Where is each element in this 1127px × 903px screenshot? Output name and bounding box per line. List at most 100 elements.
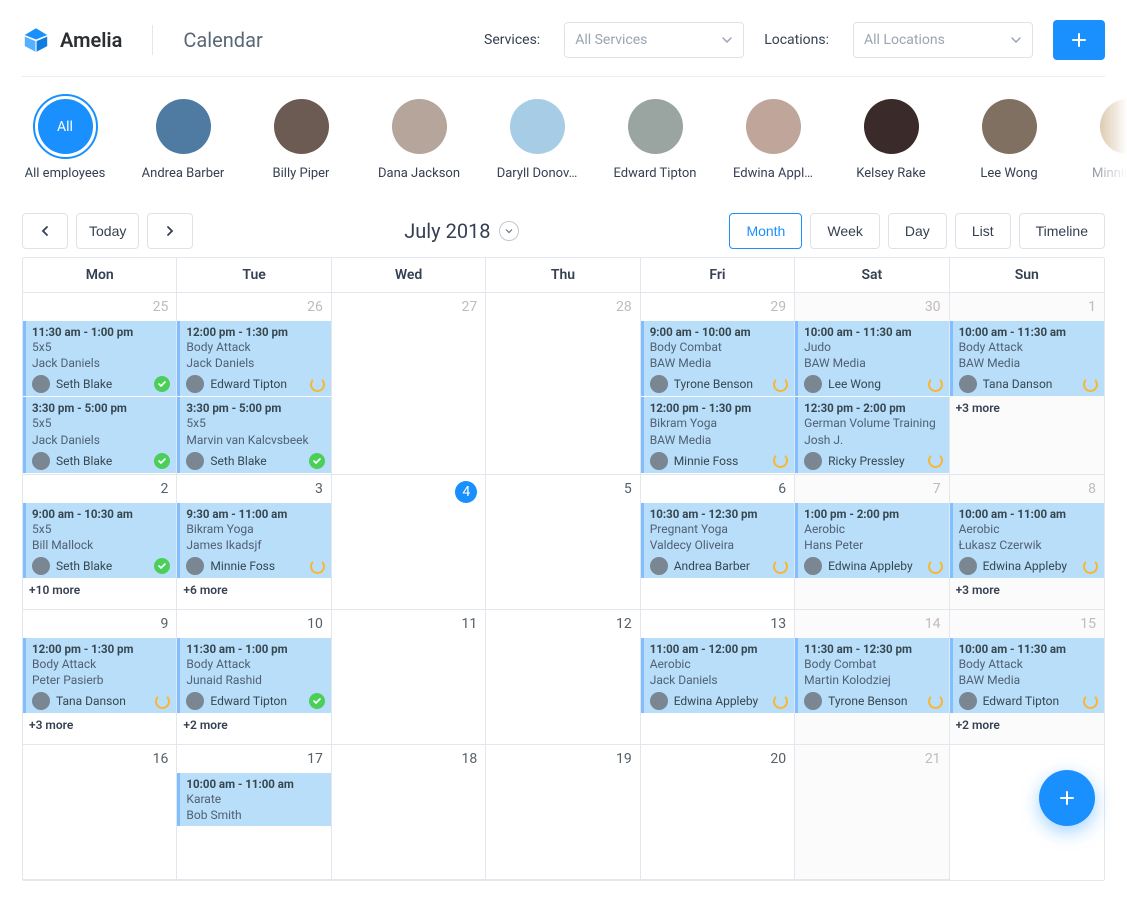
calendar-event[interactable]: 10:30 am - 12:30 pmPregnant YogaValdecy … <box>641 503 794 578</box>
add-button[interactable] <box>1053 20 1105 60</box>
calendar-day-cell[interactable]: 610:30 am - 12:30 pmPregnant YogaValdecy… <box>641 475 795 610</box>
employee-filter-item[interactable]: Lee Wong <box>966 99 1052 181</box>
weekday-header: Sun <box>950 258 1104 293</box>
calendar-day-cell[interactable]: 2511:30 am - 1:00 pm5x5Jack DanielsSeth … <box>23 293 177 475</box>
calendar-event[interactable]: 9:00 am - 10:30 am5x5Bill MallockSeth Bl… <box>23 503 176 578</box>
event-staff: Edwina Appleby <box>828 559 912 573</box>
calendar-day-cell[interactable]: 20 <box>641 745 795 880</box>
more-events-link[interactable]: +3 more <box>950 579 1104 601</box>
calendar-day-cell[interactable]: 299:00 am - 10:00 amBody CombatBAW Media… <box>641 293 795 475</box>
calendar-event[interactable]: 10:00 am - 11:00 amKarateBob Smith <box>177 773 330 826</box>
view-button-day[interactable]: Day <box>888 213 947 249</box>
calendar-event[interactable]: 12:00 pm - 1:30 pmBody AttackJack Daniel… <box>177 321 330 396</box>
status-pending-icon <box>773 694 788 709</box>
calendar-day-cell[interactable]: 39:30 am - 11:00 amBikram YogaJames Ikad… <box>177 475 331 610</box>
event-customer: Junaid Rashid <box>186 672 324 688</box>
calendar-day-cell[interactable]: 27 <box>332 293 486 475</box>
employee-filter-all[interactable]: AllAll employees <box>22 99 108 181</box>
calendar-day-cell[interactable]: 28 <box>486 293 640 475</box>
calendar-day-cell[interactable]: 1710:00 am - 11:00 amKarateBob Smith <box>177 745 331 880</box>
employee-filter-item[interactable]: Daryll Donov… <box>494 99 580 181</box>
employee-name: Edwina Appl… <box>733 166 813 181</box>
calendar-day-cell[interactable]: 29:00 am - 10:30 am5x5Bill MallockSeth B… <box>23 475 177 610</box>
calendar-event[interactable]: 10:00 am - 11:00 amAerobicŁukasz Czerwik… <box>950 503 1104 578</box>
calendar-event[interactable]: 3:30 pm - 5:00 pm5x5Marvin van Kalcvsbee… <box>177 397 330 472</box>
calendar-day-cell[interactable]: 2612:00 pm - 1:30 pmBody AttackJack Dani… <box>177 293 331 475</box>
fab-add-button[interactable] <box>1039 770 1095 826</box>
calendar-event[interactable]: 9:30 am - 11:00 amBikram YogaJames Ikads… <box>177 503 330 578</box>
calendar-day-cell[interactable]: 1510:00 am - 11:30 amBody AttackBAW Medi… <box>950 610 1104 745</box>
avatar <box>32 692 50 710</box>
event-staff: Tana Danson <box>56 694 126 708</box>
calendar-event[interactable]: 9:00 am - 10:00 amBody CombatBAW MediaTy… <box>641 321 794 396</box>
brand-logo[interactable]: Amelia <box>22 26 122 54</box>
prev-button[interactable] <box>22 213 68 249</box>
day-number: 10 <box>177 610 330 638</box>
event-time: 11:30 am - 1:00 pm <box>32 325 170 339</box>
event-time: 3:30 pm - 5:00 pm <box>32 401 170 415</box>
calendar-day-cell[interactable]: 19 <box>486 745 640 880</box>
event-staff: Tana Danson <box>983 377 1053 391</box>
calendar-event[interactable]: 12:30 pm - 2:00 pmGerman Volume Training… <box>795 397 948 472</box>
day-number: 30 <box>795 293 948 321</box>
day-number: 2 <box>23 475 176 503</box>
more-events-link[interactable]: +2 more <box>177 714 330 736</box>
calendar-day-cell[interactable]: 16 <box>23 745 177 880</box>
event-time: 10:30 am - 12:30 pm <box>650 507 788 521</box>
calendar-event[interactable]: 12:00 pm - 1:30 pmBody AttackPeter Pasie… <box>23 638 176 713</box>
today-button[interactable]: Today <box>76 213 139 249</box>
employee-filter-item[interactable]: Kelsey Rake <box>848 99 934 181</box>
more-events-link[interactable]: +2 more <box>950 714 1104 736</box>
calendar-day-cell[interactable]: 1011:30 am - 1:00 pmBody AttackJunaid Ra… <box>177 610 331 745</box>
event-time: 12:00 pm - 1:30 pm <box>650 401 788 415</box>
event-service: Aerobic <box>650 656 788 672</box>
calendar-day-cell[interactable]: 12 <box>486 610 640 745</box>
view-button-timeline[interactable]: Timeline <box>1019 213 1105 249</box>
day-number: 11 <box>332 610 485 638</box>
calendar-day-cell[interactable]: 810:00 am - 11:00 amAerobicŁukasz Czerwi… <box>950 475 1104 610</box>
calendar-event[interactable]: 11:30 am - 1:00 pm5x5Jack DanielsSeth Bl… <box>23 321 176 396</box>
event-time: 10:00 am - 11:30 am <box>804 325 942 339</box>
view-button-list[interactable]: List <box>955 213 1011 249</box>
event-time: 11:30 am - 12:30 pm <box>804 642 942 656</box>
calendar-day-cell[interactable]: 912:00 pm - 1:30 pmBody AttackPeter Pasi… <box>23 610 177 745</box>
calendar-day-cell[interactable]: 11 <box>332 610 486 745</box>
calendar-event[interactable]: 11:30 am - 12:30 pmBody CombatMartin Kol… <box>795 638 948 713</box>
calendar-event[interactable]: 11:30 am - 1:00 pmBody AttackJunaid Rash… <box>177 638 330 713</box>
employee-filter-item[interactable]: Edwina Appl… <box>730 99 816 181</box>
calendar-event[interactable]: 10:00 am - 11:30 amJudoBAW MediaLee Wong <box>795 321 948 396</box>
view-button-month[interactable]: Month <box>729 213 802 249</box>
locations-select[interactable]: All Locations <box>853 22 1033 58</box>
view-button-week[interactable]: Week <box>810 213 880 249</box>
chevron-down-icon <box>1010 34 1022 46</box>
calendar-day-cell[interactable]: 5 <box>486 475 640 610</box>
next-button[interactable] <box>147 213 193 249</box>
employee-filter-item[interactable]: Dana Jackson <box>376 99 462 181</box>
calendar-day-cell[interactable]: 18 <box>332 745 486 880</box>
calendar-day-cell[interactable]: 110:00 am - 11:30 amBody AttackBAW Media… <box>950 293 1104 475</box>
calendar-event[interactable]: 11:00 am - 12:00 pmAerobicJack DanielsEd… <box>641 638 794 713</box>
more-events-link[interactable]: +3 more <box>950 397 1104 419</box>
more-events-link[interactable]: +10 more <box>23 579 176 601</box>
period-dropdown[interactable] <box>499 221 519 241</box>
employee-filter-item[interactable]: Minnie Foss <box>1084 99 1127 181</box>
calendar-day-cell[interactable]: 4 <box>332 475 486 610</box>
calendar-event[interactable]: 12:00 pm - 1:30 pmBikram YogaBAW MediaMi… <box>641 397 794 472</box>
calendar-event[interactable]: 10:00 am - 11:30 amBody AttackBAW MediaT… <box>950 321 1104 396</box>
calendar-event[interactable]: 1:00 pm - 2:00 pmAerobicHans PeterEdwina… <box>795 503 948 578</box>
calendar-day-cell[interactable]: 21 <box>795 745 949 880</box>
calendar-day-cell[interactable]: 1411:30 am - 12:30 pmBody CombatMartin K… <box>795 610 949 745</box>
day-number: 3 <box>177 475 330 503</box>
calendar-event[interactable]: 3:30 pm - 5:00 pm5x5Jack DanielsSeth Bla… <box>23 397 176 472</box>
employee-filter-item[interactable]: Edward Tipton <box>612 99 698 181</box>
more-events-link[interactable]: +3 more <box>23 714 176 736</box>
employee-filter-item[interactable]: Billy Piper <box>258 99 344 181</box>
divider <box>152 25 153 55</box>
calendar-day-cell[interactable]: 1311:00 am - 12:00 pmAerobicJack Daniels… <box>641 610 795 745</box>
employee-filter-item[interactable]: Andrea Barber <box>140 99 226 181</box>
calendar-day-cell[interactable]: 3010:00 am - 11:30 amJudoBAW MediaLee Wo… <box>795 293 949 475</box>
services-select[interactable]: All Services <box>564 22 744 58</box>
more-events-link[interactable]: +6 more <box>177 579 330 601</box>
calendar-day-cell[interactable]: 71:00 pm - 2:00 pmAerobicHans PeterEdwin… <box>795 475 949 610</box>
calendar-event[interactable]: 10:00 am - 11:30 amBody AttackBAW MediaE… <box>950 638 1104 713</box>
